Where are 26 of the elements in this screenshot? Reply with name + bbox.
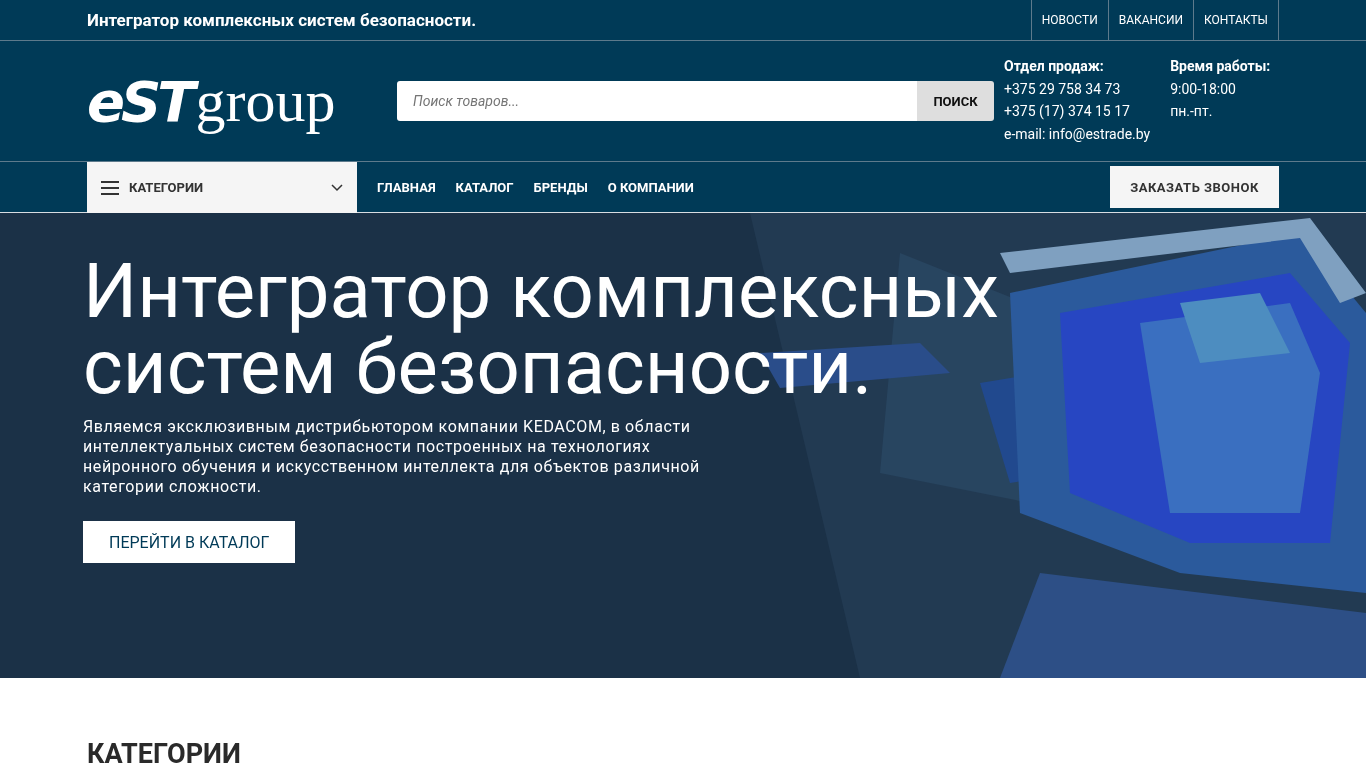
contact-line: 9:00-18:00 [1170,79,1237,99]
section-title: КАТЕГОРИИ [87,738,242,768]
contact-line: +375 29 758 34 73 [1004,79,1122,99]
contact-line: e-mail: info@estrade.by [1004,124,1151,144]
hero-text: Являемся эксклюзивным дистрибьютором компании KEDACOM, в области интеллектуальных систем безопасности построенных на технологиях нейронного обучения и искусственном интеллекта для объектов различной категории сложности. [83,417,701,497]
catalog-button[interactable]: ПЕРЕЙТИ В КАТАЛОГ [83,521,296,563]
categories-dropdown[interactable]: КАТЕГОРИИ [87,162,357,213]
nav-link[interactable]: КАТАЛОГ [455,179,514,195]
top-nav-link[interactable]: ВАКАНСИИ [1107,0,1194,40]
tagline: Интегратор комплексных систем безопасности. [87,10,477,30]
top-nav-link[interactable]: НОВОСТИ [1030,0,1108,40]
search-button[interactable]: ПОИСК [917,81,994,121]
hero-title: Интегратор комплексных систем безопасности. [83,253,1001,405]
contact-title: Время работы: [1170,57,1271,76]
nav-link[interactable]: О КОМПАНИИ [607,179,694,195]
contact-line: пн.-пт. [1170,102,1214,121]
menu-icon [101,180,119,195]
chevron-icon [331,183,343,192]
nav-link[interactable]: БРЕНДЫ [533,179,588,195]
contact-title: Отдел продаж: [1004,57,1105,76]
nav-link[interactable]: ГЛАВНАЯ [377,179,436,195]
top-nav-link[interactable]: КОНТАКТЫ [1193,0,1279,40]
logo[interactable]: eSTgroup [87,66,389,136]
callback-button[interactable]: ЗАКАЗАТЬ ЗВОНОК [1110,166,1279,208]
contact-line: +375 (17) 374 15 17 [1004,102,1131,121]
search-field[interactable]: Поиск товаров... [397,81,917,121]
